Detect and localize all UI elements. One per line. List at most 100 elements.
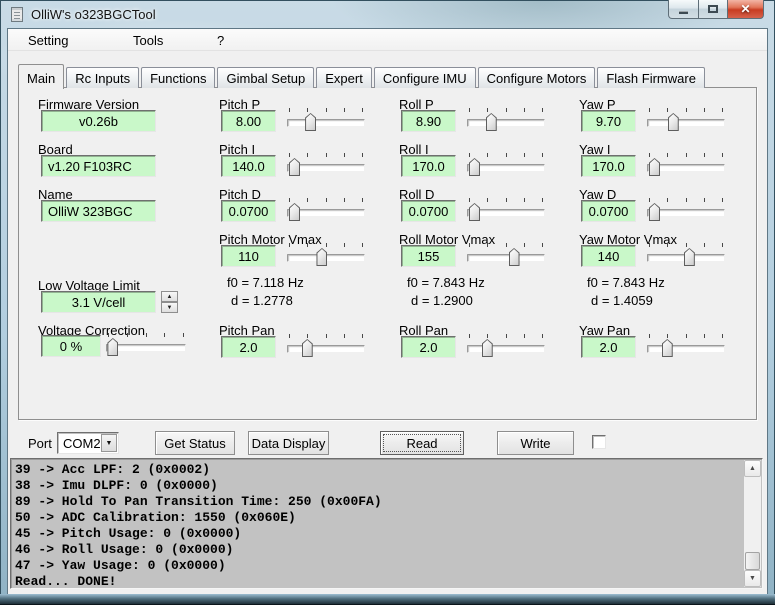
roll-i-slider[interactable]: [467, 153, 545, 178]
minimize-icon: [679, 11, 688, 14]
roll-d-slider[interactable]: [467, 198, 545, 223]
close-button[interactable]: ✕: [727, 0, 764, 19]
slider-thumb[interactable]: [649, 203, 660, 221]
yaw-p-slider[interactable]: [647, 108, 725, 133]
spinner-up-button[interactable]: ▲: [161, 291, 178, 302]
combo-dropdown-button[interactable]: ▼: [101, 434, 117, 452]
port-combobox[interactable]: COM26 ▼: [57, 432, 119, 454]
yaw-d-field[interactable]: 0.0700: [581, 200, 636, 222]
maximize-button[interactable]: [698, 0, 728, 19]
pitch-p-field[interactable]: 8.00: [221, 110, 276, 132]
minimize-button[interactable]: [668, 0, 699, 19]
slider-track[interactable]: [647, 119, 725, 127]
pitch-pan-slider[interactable]: [287, 334, 365, 359]
slider-thumb[interactable]: [107, 338, 118, 356]
scroll-up-button[interactable]: ▲: [744, 460, 761, 477]
roll-p-field[interactable]: 8.90: [401, 110, 456, 132]
yaw-d-slider[interactable]: [647, 198, 725, 223]
console-scrollbar[interactable]: ▲ ▼: [744, 460, 761, 587]
slider-thumb[interactable]: [486, 113, 497, 131]
slider-ticks: [289, 334, 363, 338]
roll-pan-field[interactable]: 2.0: [401, 336, 456, 358]
slider-ticks: [469, 198, 543, 202]
slider-thumb[interactable]: [302, 339, 313, 357]
tab-main[interactable]: Main: [18, 64, 64, 89]
yaw-p-field[interactable]: 9.70: [581, 110, 636, 132]
pitch-vmax-field[interactable]: 110: [221, 245, 276, 267]
slider-thumb[interactable]: [305, 113, 316, 131]
slider-track[interactable]: [287, 119, 365, 127]
scroll-down-button[interactable]: ▼: [744, 570, 761, 587]
scrollbar-thumb[interactable]: [745, 552, 760, 570]
slider-track[interactable]: [467, 119, 545, 127]
slider-thumb[interactable]: [469, 158, 480, 176]
tab-gimbal-setup[interactable]: Gimbal Setup: [217, 67, 314, 88]
maximize-icon: [708, 5, 718, 13]
slider-ticks: [469, 334, 543, 338]
name-field[interactable]: OlliW 323BGC: [41, 200, 156, 222]
pitch-vmax-slider[interactable]: [287, 243, 365, 268]
tab-expert[interactable]: Expert: [316, 67, 372, 88]
window-bottom-border: [0, 594, 775, 605]
roll-d-field[interactable]: 0.0700: [401, 200, 456, 222]
roll-pan-slider[interactable]: [467, 334, 545, 359]
roll-p-slider[interactable]: [467, 108, 545, 133]
yaw-pan-field[interactable]: 2.0: [581, 336, 636, 358]
pitch-i-field[interactable]: 140.0: [221, 155, 276, 177]
titlebar[interactable]: OlliW's o323BGCTool ✕: [0, 0, 775, 29]
pitch-i-slider[interactable]: [287, 153, 365, 178]
slider-thumb[interactable]: [289, 203, 300, 221]
roll-f0-text: f0 = 7.843 Hz: [407, 275, 485, 290]
tab-flash-firmware[interactable]: Flash Firmware: [597, 67, 705, 88]
pitch-d-slider[interactable]: [287, 198, 365, 223]
yaw-vmax-slider[interactable]: [647, 243, 725, 268]
tab-strip: Main Rc Inputs Functions Gimbal Setup Ex…: [18, 63, 707, 88]
slider-thumb[interactable]: [316, 248, 327, 266]
yaw-vmax-field[interactable]: 140: [581, 245, 636, 267]
slider-thumb[interactable]: [668, 113, 679, 131]
read-button[interactable]: Read: [380, 431, 464, 455]
pitch-p-slider[interactable]: [287, 108, 365, 133]
tab-functions[interactable]: Functions: [141, 67, 215, 88]
chevron-down-icon: ▼: [106, 440, 113, 447]
option-checkbox[interactable]: [592, 435, 606, 449]
slider-ticks: [289, 198, 363, 202]
slider-ticks: [649, 198, 723, 202]
slider-thumb[interactable]: [662, 339, 673, 357]
close-icon: ✕: [740, 2, 750, 16]
voltage-correction-field[interactable]: 0 %: [41, 335, 101, 357]
slider-track[interactable]: [287, 345, 365, 353]
client-area: Setting Tools ? Main Rc Inputs Functions…: [8, 29, 767, 594]
data-display-button[interactable]: Data Display: [248, 431, 329, 455]
roll-vmax-slider[interactable]: [467, 243, 545, 268]
get-status-button[interactable]: Get Status: [155, 431, 235, 455]
slider-thumb[interactable]: [289, 158, 300, 176]
menu-help[interactable]: ?: [213, 32, 228, 49]
low-voltage-limit-field[interactable]: 3.1 V/cell: [41, 291, 156, 313]
spinner-down-button[interactable]: ▼: [161, 302, 178, 313]
yaw-i-slider[interactable]: [647, 153, 725, 178]
yaw-pan-slider[interactable]: [647, 334, 725, 359]
slider-track[interactable]: [467, 254, 545, 262]
roll-vmax-field[interactable]: 155: [401, 245, 456, 267]
pitch-pan-field[interactable]: 2.0: [221, 336, 276, 358]
slider-thumb[interactable]: [482, 339, 493, 357]
write-button[interactable]: Write: [497, 431, 574, 455]
voltage-correction-slider[interactable]: [106, 333, 186, 358]
slider-thumb[interactable]: [649, 158, 660, 176]
slider-thumb[interactable]: [509, 248, 520, 266]
roll-i-field[interactable]: 170.0: [401, 155, 456, 177]
yaw-i-field[interactable]: 170.0: [581, 155, 636, 177]
menu-tools[interactable]: Tools: [129, 32, 167, 49]
slider-thumb[interactable]: [469, 203, 480, 221]
tab-configure-imu[interactable]: Configure IMU: [374, 67, 476, 88]
console-output[interactable]: 39 -> Acc LPF: 2 (0x0002) 38 -> Imu DLPF…: [15, 462, 740, 586]
slider-thumb[interactable]: [684, 248, 695, 266]
menu-setting[interactable]: Setting: [24, 32, 72, 49]
pitch-d-field[interactable]: 0.0700: [221, 200, 276, 222]
tab-rc-inputs[interactable]: Rc Inputs: [66, 67, 139, 88]
slider-track[interactable]: [467, 345, 545, 353]
tab-configure-motors[interactable]: Configure Motors: [478, 67, 596, 88]
read-button-label: Read: [406, 436, 437, 451]
slider-track[interactable]: [647, 345, 725, 353]
